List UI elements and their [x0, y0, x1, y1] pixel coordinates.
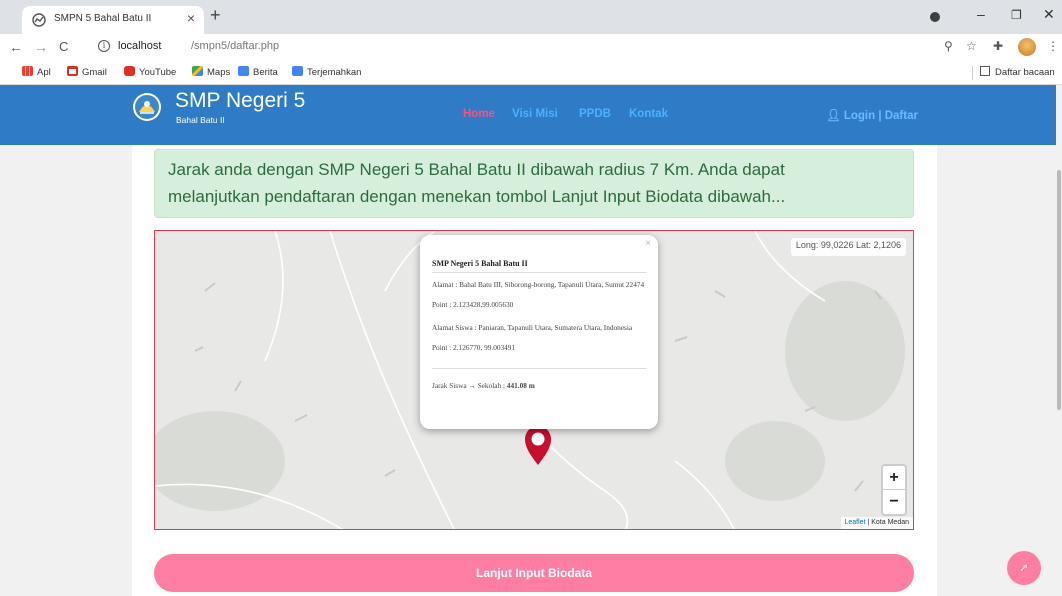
popup-title: SMP Negeri 5 Bahal Batu II	[432, 259, 528, 268]
reading-list-label: Daftar bacaan	[995, 67, 1055, 78]
login-link[interactable]: Login	[844, 110, 875, 122]
zoom-in-button[interactable]: +	[883, 466, 905, 490]
student-point: Point : 2.126770, 99.003491	[432, 343, 516, 352]
site-subname: Bahal Batu II	[176, 115, 225, 125]
close-window-icon[interactable]: ✕	[1043, 6, 1055, 23]
alert-line-2: melanjutkan pendaftaran dengan menekan t…	[168, 187, 786, 206]
bookmarks-bar: Apl Gmail YouTube Maps Berita Terjemahka…	[0, 61, 1062, 85]
puzzle-icon[interactable]: ✚	[993, 39, 1003, 53]
zoom-control: + −	[881, 464, 907, 516]
apps-grid-icon	[22, 66, 33, 76]
bookmark-youtube[interactable]: YouTube	[124, 66, 176, 78]
news-icon	[238, 66, 249, 76]
student-address: Alamat Siswa : Paniaran, Tapanuli Utara,…	[432, 323, 633, 332]
map[interactable]: × SMP Negeri 5 Bahal Batu II Alamat : Ba…	[154, 230, 914, 530]
map-attribution: Leaflet | Kota Medan	[840, 517, 913, 529]
reload-icon[interactable]: C	[59, 39, 68, 54]
zoom-out-button[interactable]: −	[883, 490, 905, 514]
scrollbar-thumb[interactable]	[1057, 170, 1061, 410]
back-arrow-icon[interactable]: ←	[9, 39, 23, 55]
distance-line: Jarak Siswa → Sekolah : 441.08 m	[432, 381, 648, 391]
map-marker-icon[interactable]	[523, 424, 553, 466]
browser-tab[interactable]: SMPN 5 Bahal Batu II ×	[22, 6, 204, 34]
url-path: /smpn5/daftar.php	[191, 40, 280, 52]
auth-links: 👤︎ Login | Daftar	[826, 108, 918, 122]
school-address: Alamat : Bahal Batu III, Siborong-borong…	[432, 280, 645, 289]
star-icon[interactable]: ☆	[966, 39, 977, 53]
user-icon: 👤︎	[826, 110, 841, 122]
divider	[432, 368, 646, 369]
web-page: SMP Negeri 5 Bahal Batu II Home Visi Mis…	[0, 85, 1056, 596]
bookmark-berita[interactable]: Berita	[238, 66, 278, 78]
bookmark-label: Apl	[37, 67, 51, 78]
nav-kontak[interactable]: Kontak	[629, 108, 668, 120]
bookmark-label: Maps	[207, 67, 231, 78]
forward-arrow-icon[interactable]: →	[34, 39, 48, 55]
nav-ppdb[interactable]: PPDB	[579, 108, 611, 120]
distance-alert: Jarak anda dengan SMP Negeri 5 Bahal Bat…	[154, 149, 914, 218]
maps-icon	[192, 66, 203, 76]
url-host: localhost	[118, 40, 162, 52]
bookmark-label: YouTube	[139, 67, 177, 78]
avatar[interactable]	[1018, 38, 1036, 56]
browser-tab-strip: SMPN 5 Bahal Batu II × + – ❐ ✕	[0, 0, 1062, 34]
site-header: SMP Negeri 5 Bahal Batu II Home Visi Mis…	[0, 85, 1056, 145]
lanjut-input-biodata-button[interactable]: Lanjut Input Biodata	[154, 554, 914, 592]
register-link[interactable]: | Daftar	[878, 110, 918, 122]
zoom-icon[interactable]: ⚲	[944, 39, 953, 53]
bookmark-label: Berita	[253, 67, 278, 78]
bookmark-label: Terjemahkan	[307, 67, 362, 78]
plus-icon[interactable]: +	[210, 5, 221, 26]
info-icon[interactable]: i	[98, 40, 110, 52]
close-icon[interactable]: ×	[645, 238, 651, 249]
nav-home[interactable]: Home	[463, 108, 495, 120]
bookmark-label: Gmail	[82, 67, 107, 78]
nav-visi-misi[interactable]: Visi Misi	[512, 108, 558, 120]
school-logo-icon	[133, 93, 161, 121]
bookmark-gmail[interactable]: Gmail	[67, 66, 107, 78]
bookmark-maps[interactable]: Maps	[192, 66, 230, 78]
leaflet-link[interactable]: Leaflet	[845, 519, 866, 526]
divider	[432, 272, 646, 273]
reading-list[interactable]: Daftar bacaan	[980, 66, 1055, 78]
distance-value: 441.08 m	[506, 381, 535, 390]
gmail-icon	[67, 66, 78, 76]
browser-toolbar: ← → C i localhost /smpn5/daftar.php ⚲ ☆ …	[0, 34, 1062, 61]
profile-icon[interactable]	[930, 12, 940, 22]
menu-dots-icon[interactable]: ⋮	[1047, 39, 1059, 53]
restore-icon[interactable]: ❐	[1011, 8, 1022, 22]
distance-label: Jarak Siswa → Sekolah :	[432, 381, 507, 390]
bookmark-terjemahkan[interactable]: Terjemahkan	[292, 66, 361, 78]
arrow-icon[interactable]: ➚	[1007, 551, 1041, 585]
divider	[972, 66, 973, 80]
youtube-icon	[124, 66, 135, 76]
site-name[interactable]: SMP Negeri 5	[175, 89, 305, 113]
school-point: Point : 2.123428,99.005630	[432, 300, 514, 309]
address-bar[interactable]: i localhost /smpn5/daftar.php	[98, 37, 938, 58]
map-popup: × SMP Negeri 5 Bahal Batu II Alamat : Ba…	[420, 235, 658, 429]
coordinate-readout: Long: 99,0226 Lat: 2,1206	[790, 238, 906, 256]
translate-icon	[292, 66, 303, 76]
bookmark-apps[interactable]: Apl	[22, 66, 51, 78]
tab-title: SMPN 5 Bahal Batu II	[54, 13, 152, 24]
close-icon[interactable]: ×	[187, 10, 195, 26]
reading-list-icon	[980, 66, 990, 76]
minimize-icon[interactable]: –	[977, 6, 985, 22]
globe-icon	[32, 13, 46, 27]
alert-line-1: Jarak anda dengan SMP Negeri 5 Bahal Bat…	[168, 160, 785, 179]
attribution-text: | Kota Medan	[867, 519, 909, 526]
